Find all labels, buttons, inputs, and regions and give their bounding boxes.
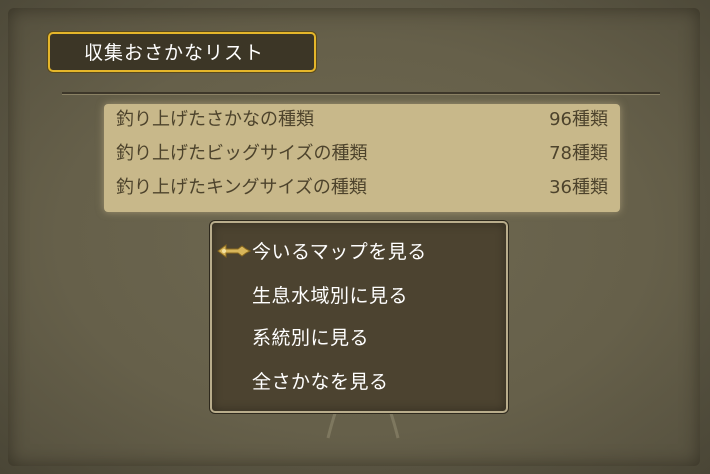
stat-row-fish-types: 釣り上げたさかなの種類 96種類: [116, 106, 608, 134]
stat-label: 釣り上げたさかなの種類: [116, 109, 314, 130]
game-screen: 収集おさかなリスト 釣り上げたさかなの種類 96種類 釣り上げたビッグサイズの種…: [0, 0, 710, 474]
fish-list-panel: 収集おさかなリスト 釣り上げたさかなの種類 96種類 釣り上げたビッグサイズの種…: [8, 8, 700, 466]
command-menu: 今いるマップを見る 生息水域別に見る 系統別に見る 全さかなを見る: [210, 221, 508, 413]
menu-item-all-fish[interactable]: 全さかなを見る: [252, 367, 492, 397]
menu-item-by-lineage[interactable]: 系統別に見る: [252, 323, 492, 353]
title-window: 収集おさかなリスト: [48, 32, 316, 72]
stat-value: 96種類: [549, 109, 608, 130]
menu-item-current-map[interactable]: 今いるマップを見る: [252, 237, 492, 267]
stat-row-big-size-types: 釣り上げたビッグサイズの種類 78種類: [116, 140, 608, 168]
page-title: 収集おさかなリスト: [84, 42, 265, 64]
stat-label: 釣り上げたビッグサイズの種類: [116, 143, 368, 164]
stat-value: 78種類: [549, 143, 608, 164]
stat-label: 釣り上げたキングサイズの種類: [116, 177, 367, 198]
stats-box: 釣り上げたさかなの種類 96種類 釣り上げたビッグサイズの種類 78種類 釣り上…: [104, 104, 620, 212]
stat-value: 36種類: [549, 177, 608, 198]
divider: [62, 92, 660, 95]
hand-pointer-icon: [217, 244, 252, 258]
stat-row-king-size-types: 釣り上げたキングサイズの種類 36種類: [116, 174, 608, 202]
menu-item-by-water-area[interactable]: 生息水域別に見る: [252, 281, 492, 311]
